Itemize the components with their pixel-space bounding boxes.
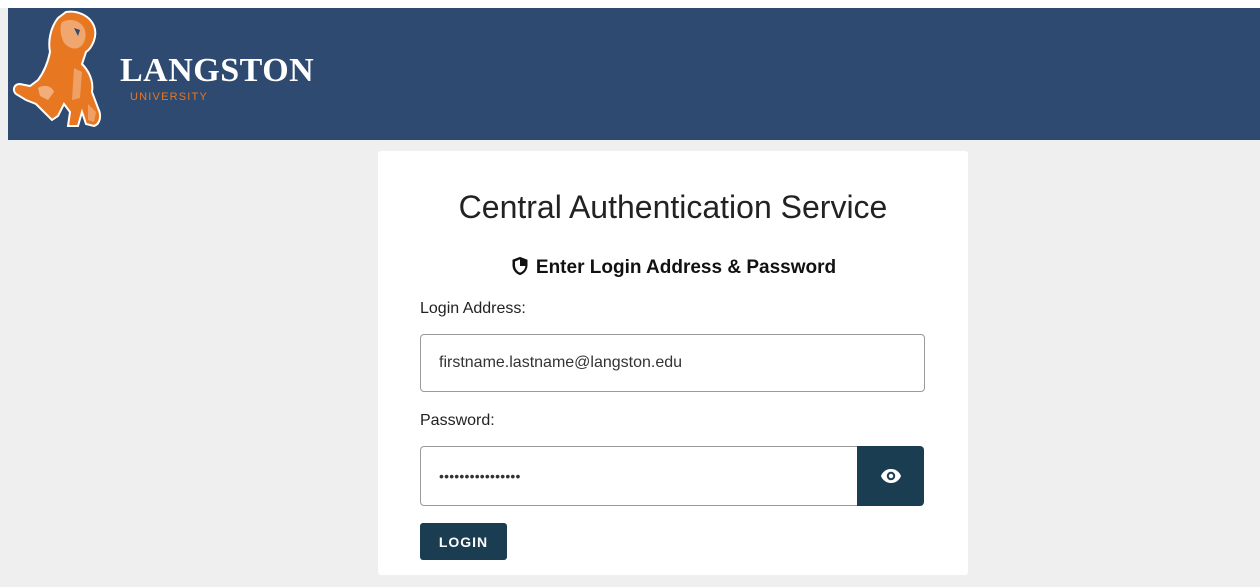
- login-instruction: Enter Login Address & Password: [378, 256, 968, 279]
- login-instruction-text: Enter Login Address & Password: [535, 257, 837, 278]
- shield-icon: [512, 256, 528, 276]
- lion-mascot-icon: [12, 10, 102, 128]
- eye-icon: [880, 469, 901, 483]
- top-strip: [0, 0, 1260, 8]
- site-header: LANGSTON UNIVERSITY: [8, 8, 1260, 140]
- password-label: Password:: [420, 412, 495, 429]
- university-logo[interactable]: LANGSTON UNIVERSITY: [8, 8, 328, 140]
- show-password-button[interactable]: [857, 446, 924, 506]
- login-button[interactable]: LOGIN: [420, 523, 507, 560]
- login-card: Central Authentication Service Enter Log…: [378, 151, 968, 575]
- password-input[interactable]: ••••••••••••••••: [420, 446, 857, 506]
- login-address-input[interactable]: firstname.lastname@langston.edu: [420, 334, 925, 392]
- login-address-value: firstname.lastname@langston.edu: [439, 354, 683, 371]
- logo-subtitle: UNIVERSITY: [130, 91, 209, 103]
- login-address-label: Login Address:: [420, 300, 526, 317]
- page-title: Central Authentication Service: [458, 189, 888, 225]
- password-value: ••••••••••••••••: [439, 468, 521, 484]
- logo-name: LANGSTON: [120, 52, 315, 89]
